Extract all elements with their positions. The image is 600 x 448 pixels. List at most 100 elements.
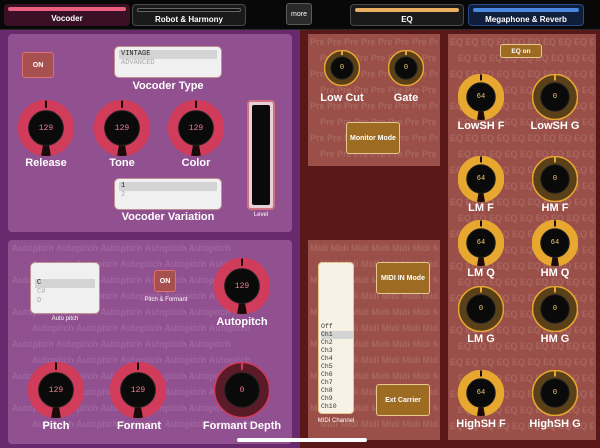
midi-channel-option[interactable]: Ch1 (321, 331, 353, 339)
midi-channel-list[interactable]: Off Ch1 Ch2 Ch3 Ch4 Ch5 Ch6 Ch7 Ch8 Ch9 Ch10 (318, 262, 354, 414)
midi-channel-option[interactable]: Ch6 (321, 371, 353, 379)
midi-in-mode-button[interactable]: MIDI IN Mode (376, 262, 430, 294)
highsh-f-knob[interactable]: 64 (458, 370, 504, 416)
lm-q-knob[interactable]: 64 (458, 220, 504, 266)
knob-value: 64 (550, 239, 560, 247)
midi-channel-option[interactable]: Ch9 (321, 395, 353, 403)
midi-channel-option[interactable]: Ch7 (321, 379, 353, 387)
gate-label: Gate (393, 92, 419, 104)
more-button[interactable]: more (286, 3, 312, 25)
tab-robot-label: Robot & Harmony (155, 15, 223, 24)
tab-vocoder[interactable]: Vocoder (4, 4, 130, 26)
app-root: Vocoder Robot & Harmony more EQ Megaphon… (0, 0, 600, 448)
auto-pitch-picker[interactable]: C C# D (30, 262, 100, 314)
midi-channel-option[interactable]: Ch5 (321, 363, 353, 371)
vocoder-on-button[interactable]: ON (22, 52, 54, 78)
highsh-f-label: HighSH F (456, 418, 506, 430)
pitch-option[interactable]: D (35, 297, 95, 306)
hm-q-knob[interactable]: 64 (532, 220, 578, 266)
lm-q-label: LM Q (467, 267, 495, 279)
knob-value: 129 (114, 123, 130, 133)
watermark-line: Pre Pre Pre Pre Pre Pre Pre Pre (310, 37, 438, 47)
knob-value: 0 (552, 305, 558, 313)
tab-megaphone-reverb[interactable]: Megaphone & Reverb (468, 4, 584, 26)
knob-value: 64 (476, 389, 486, 397)
vocoder-type-label: Vocoder Type (132, 80, 204, 92)
midi-channel-option[interactable]: Ch2 (321, 339, 353, 347)
hm-f-knob[interactable]: 0 (532, 156, 578, 202)
ext-carrier-button[interactable]: Ext Carrier (376, 384, 430, 416)
vocoder-type-option[interactable]: ADVANCED (119, 59, 217, 68)
release-knob[interactable]: 129 (18, 100, 74, 156)
lm-f-knob[interactable]: 64 (458, 156, 504, 202)
lowsh-g-label: LowSH G (530, 120, 580, 132)
autopitch-label: Autopitch (216, 316, 268, 328)
midi-channel-option[interactable]: Ch8 (321, 387, 353, 395)
vocoder-variation-picker[interactable]: 1 2 (114, 178, 222, 210)
knob-value: 0 (239, 385, 245, 395)
variation-option[interactable]: 1 (119, 182, 217, 191)
highsh-g-knob[interactable]: 0 (532, 370, 578, 416)
hm-g-knob[interactable]: 0 (532, 286, 578, 332)
vocoder-type-picker[interactable]: VINTAGE ADVANCED (114, 46, 222, 78)
vocoder-variation-label: Vocoder Variation (121, 211, 215, 223)
midi-channel-option[interactable]: Ch4 (321, 355, 353, 363)
tone-knob[interactable]: 129 (94, 100, 150, 156)
auto-pitch-label: Auto pitch (51, 316, 79, 322)
knob-value: 129 (188, 123, 204, 133)
knob-value: 129 (38, 123, 54, 133)
lm-g-knob[interactable]: 0 (458, 286, 504, 332)
gate-knob[interactable]: 0 (388, 50, 424, 86)
knob-value: 64 (476, 93, 486, 101)
midi-channel-option[interactable]: Ch3 (321, 347, 353, 355)
lowsh-f-knob[interactable]: 64 (458, 74, 504, 120)
midi-channel-option[interactable]: Off (321, 323, 353, 331)
variation-option[interactable]: 2 (119, 191, 217, 200)
watermark-line: Autopitch Autopitch Autopitch Autopitch … (12, 243, 231, 253)
watermark-line: EQ EQ EQ EQ EQ EQ EQ EQ EQ EQ (450, 133, 594, 143)
pitch-option[interactable]: C (35, 279, 95, 288)
tab-vocoder-label: Vocoder (51, 14, 83, 23)
tab-indicator (137, 8, 241, 12)
tab-indicator (8, 7, 126, 11)
tab-eq[interactable]: EQ (350, 4, 464, 26)
autopitch-knob[interactable]: 129 (214, 258, 270, 314)
highsh-g-label: HighSH G (529, 418, 581, 430)
tab-bar: Vocoder Robot & Harmony more EQ Megaphon… (0, 0, 600, 30)
formant-label: Formant (117, 420, 161, 432)
pitch-formant-label: Pitch & Formant (144, 297, 188, 303)
knob-value: 64 (476, 239, 486, 247)
knob-value: 129 (130, 385, 146, 395)
color-label: Color (181, 157, 211, 169)
tab-eq-label: EQ (401, 15, 413, 24)
low-cut-knob[interactable]: 0 (324, 50, 360, 86)
tab-robot-harmony[interactable]: Robot & Harmony (132, 4, 246, 26)
low-cut-label: Low Cut (320, 92, 364, 104)
color-knob[interactable]: 129 (168, 100, 224, 156)
release-label: Release (25, 157, 67, 169)
knob-value: 0 (552, 175, 558, 183)
monitor-mode-button[interactable]: Monitor Mode (346, 122, 400, 154)
formant-depth-knob[interactable]: 0 (214, 362, 270, 418)
pitch-option[interactable]: C# (35, 288, 95, 297)
knob-value: 0 (552, 389, 558, 397)
tab-indicator (473, 8, 579, 12)
level-label: Level (253, 212, 269, 218)
lowsh-g-knob[interactable]: 0 (532, 74, 578, 120)
pitch-label: Pitch (42, 420, 70, 432)
pitch-knob[interactable]: 129 (28, 362, 84, 418)
eq-on-button[interactable]: EQ on (500, 44, 542, 58)
tab-mega-label: Megaphone & Reverb (485, 15, 567, 24)
lowsh-f-label: LowSH F (457, 120, 505, 132)
lm-g-label: LM G (467, 333, 495, 345)
tab-indicator (355, 8, 459, 12)
midi-channel-option[interactable]: Ch10 (321, 403, 353, 411)
watermark-line: Autopitch Autopitch Autopitch Autopitch … (12, 339, 231, 349)
pitch-formant-on-button[interactable]: ON (154, 270, 176, 292)
knob-value: 64 (476, 175, 486, 183)
level-slider[interactable] (247, 100, 275, 210)
hm-q-label: HM Q (540, 267, 570, 279)
hm-g-label: HM G (540, 333, 570, 345)
formant-knob[interactable]: 129 (110, 362, 166, 418)
vocoder-type-option[interactable]: VINTAGE (119, 50, 217, 59)
